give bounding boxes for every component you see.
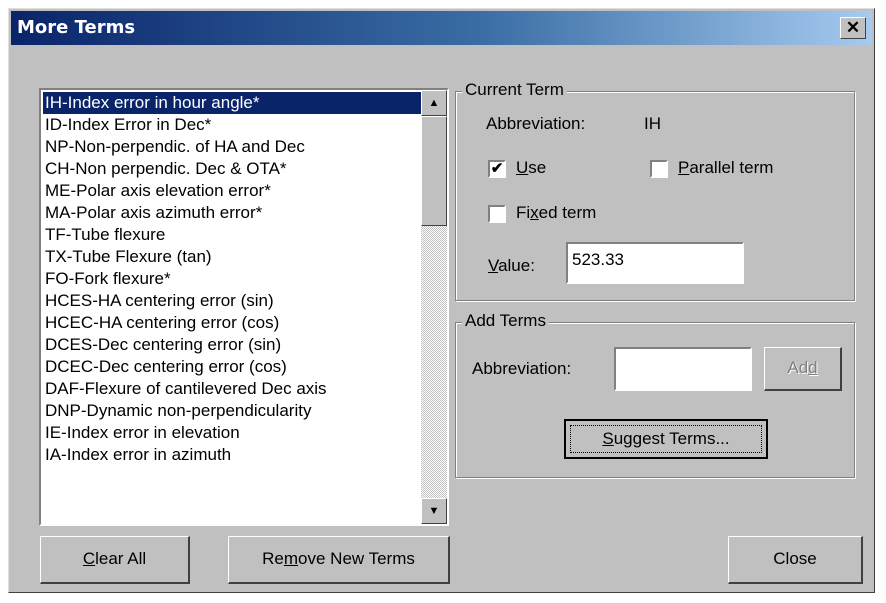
list-item[interactable]: ID-Index Error in Dec* (43, 114, 423, 136)
use-label[interactable]: Use (516, 158, 546, 178)
list-item[interactable]: TF-Tube flexure (43, 224, 423, 246)
abbreviation-value: IH (644, 114, 661, 133)
window-title: More Terms (17, 17, 136, 38)
add-terms-legend: Add Terms (462, 311, 549, 331)
list-item[interactable]: HCEC-HA centering error (cos) (43, 312, 423, 334)
close-button[interactable]: Close (728, 536, 863, 584)
add-abbreviation-input[interactable] (614, 347, 752, 391)
add-abbreviation-label: Abbreviation: (472, 359, 572, 378)
list-item[interactable]: ME-Polar axis elevation error* (43, 180, 423, 202)
suggest-terms-button[interactable]: Suggest Terms... (564, 419, 768, 459)
fixed-term-label[interactable]: Fixed term (516, 203, 596, 223)
current-term-group: Current Term Abbreviation: IH ✔ Use Para… (455, 80, 855, 301)
abbreviation-label: Abbreviation: (486, 114, 586, 133)
scroll-down-button[interactable]: ▼ (421, 498, 447, 524)
up-arrow-icon: ▲ (428, 97, 440, 109)
scrollbar-thumb[interactable] (421, 116, 447, 226)
title-bar[interactable]: More Terms ✕ (11, 11, 872, 45)
remove-new-terms-button[interactable]: Remove New Terms (228, 536, 450, 584)
fixed-term-checkbox[interactable] (488, 205, 506, 223)
list-item[interactable]: DAF-Flexure of cantilevered Dec axis (43, 378, 423, 400)
list-item[interactable]: IA-Index error in azimuth (43, 444, 423, 466)
close-icon: ✕ (845, 18, 861, 37)
list-item[interactable]: IH-Index error in hour angle* (43, 92, 423, 114)
list-item[interactable]: TX-Tube Flexure (tan) (43, 246, 423, 268)
terms-list-items: IH-Index error in hour angle* ID-Index Er… (43, 92, 423, 466)
list-item[interactable]: DNP-Dynamic non-perpendicularity (43, 400, 423, 422)
focus-rectangle (570, 425, 762, 453)
terms-listbox[interactable]: IH-Index error in hour angle* ID-Index Er… (39, 88, 449, 526)
clear-all-button[interactable]: Clear All (40, 536, 190, 584)
down-arrow-icon: ▼ (428, 505, 440, 517)
use-checkbox[interactable]: ✔ (488, 160, 506, 178)
vertical-scrollbar[interactable]: ▲ ▼ (421, 90, 447, 524)
list-item[interactable]: HCES-HA centering error (sin) (43, 290, 423, 312)
add-button[interactable]: Add (764, 347, 842, 391)
scroll-up-button[interactable]: ▲ (421, 90, 447, 116)
list-item[interactable]: MA-Polar axis azimuth error* (43, 202, 423, 224)
more-terms-dialog: More Terms ✕ IH-Index error in hour angl… (8, 8, 875, 593)
parallel-term-label[interactable]: Parallel term (678, 158, 773, 178)
list-item[interactable]: DCES-Dec centering error (sin) (43, 334, 423, 356)
value-input[interactable]: 523.33 (566, 242, 744, 284)
list-item[interactable]: NP-Non-perpendic. of HA and Dec (43, 136, 423, 158)
list-item[interactable]: FO-Fork flexure* (43, 268, 423, 290)
parallel-term-checkbox[interactable] (650, 160, 668, 178)
current-term-legend: Current Term (462, 80, 567, 100)
check-mark-icon: ✔ (490, 160, 504, 177)
list-item[interactable]: CH-Non perpendic. Dec & OTA* (43, 158, 423, 180)
list-item[interactable]: DCEC-Dec centering error (cos) (43, 356, 423, 378)
value-label: Value: (488, 256, 535, 275)
add-terms-group: Add Terms Abbreviation: Add Suggest Term… (455, 311, 855, 478)
list-item[interactable]: IE-Index error in elevation (43, 422, 423, 444)
close-window-button[interactable]: ✕ (840, 17, 866, 39)
